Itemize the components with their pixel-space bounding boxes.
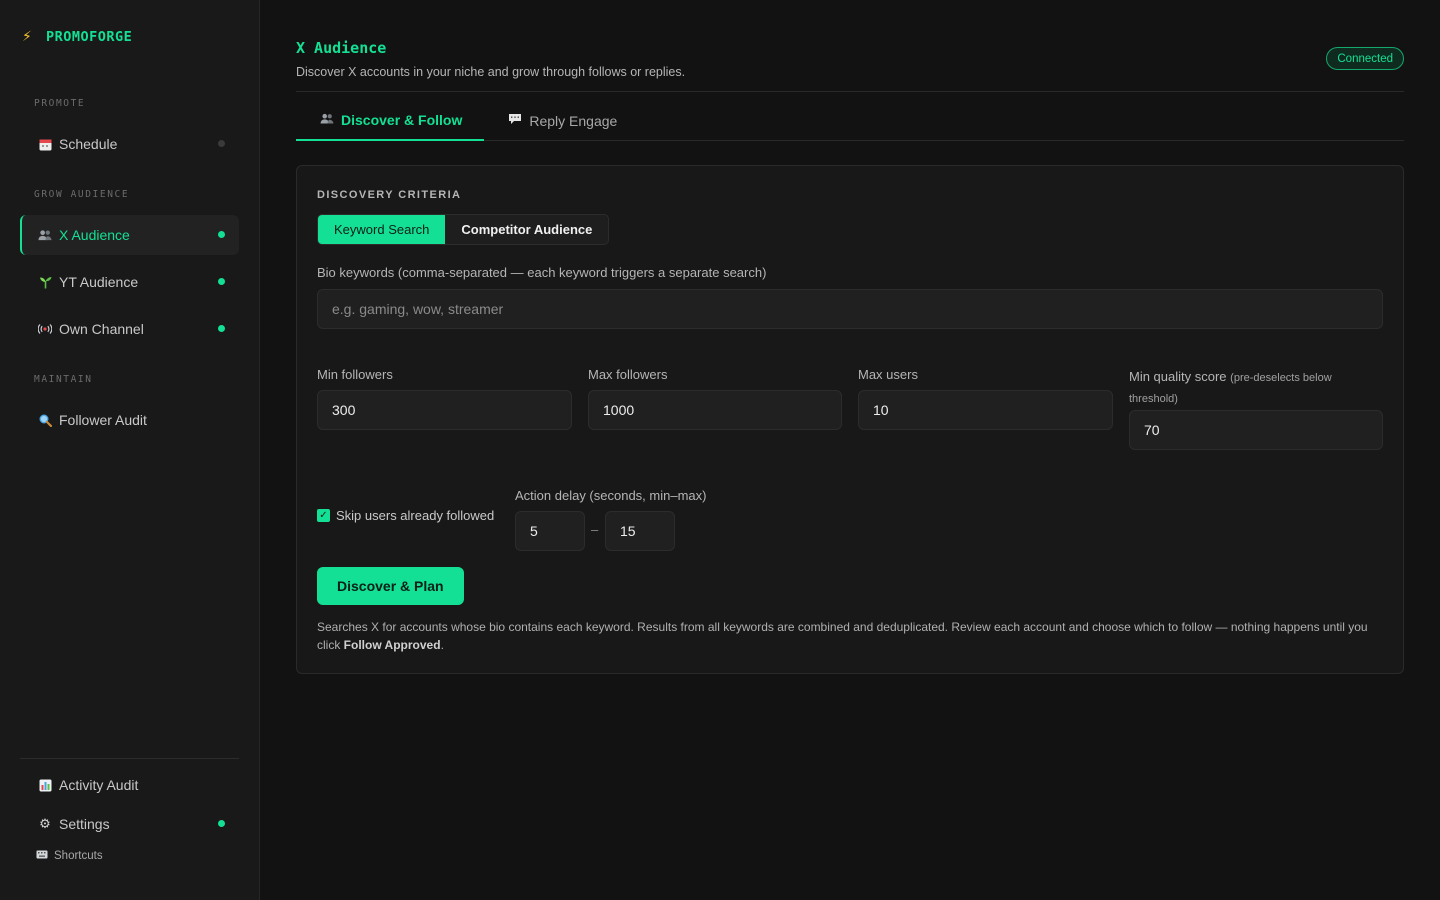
sidebar-item-own-channel[interactable]: Own Channel [20, 309, 239, 349]
broadcast-icon [38, 324, 52, 334]
bar-chart-icon [38, 779, 52, 792]
header-divider [296, 91, 1404, 92]
sidebar-item-label: Follower Audit [59, 412, 147, 428]
sidebar-item-label: Activity Audit [59, 777, 139, 793]
max-users-label: Max users [858, 367, 918, 382]
bio-keywords-label: Bio keywords (comma-separated — each key… [317, 265, 767, 280]
status-dot [218, 820, 225, 827]
card-label: DISCOVERY CRITERIA [317, 189, 462, 201]
sidebar-item-activity-audit[interactable]: Activity Audit [20, 765, 239, 805]
help-text: Searches X for accounts whose bio contai… [317, 618, 1377, 654]
sidebar-item-follower-audit[interactable]: Follower Audit [20, 400, 239, 440]
sidebar-item-label: X Audience [59, 227, 130, 243]
lightning-icon: ⚡ [22, 28, 32, 44]
shortcuts-link[interactable]: Shortcuts [36, 850, 103, 862]
status-dot [218, 140, 225, 147]
magnifier-icon [38, 414, 52, 427]
status-badge: Connected [1326, 47, 1404, 70]
section-label-grow: GROW AUDIENCE [34, 189, 130, 200]
status-dot [218, 231, 225, 238]
sidebar-divider [20, 758, 239, 759]
gear-icon: ⚙ [39, 816, 51, 831]
sidebar-item-schedule[interactable]: Schedule [20, 124, 239, 164]
sidebar-item-yt-audience[interactable]: YT Audience [20, 262, 239, 302]
page-title: X Audience [296, 39, 387, 57]
min-followers-input[interactable] [317, 390, 572, 430]
checkmark-icon: ✓ [317, 509, 330, 522]
keyboard-icon [36, 850, 48, 862]
brand[interactable]: ⚡ PROMOFORGE [22, 28, 132, 45]
search-mode-toggle: Keyword Search Competitor Audience [317, 214, 610, 245]
action-delay-min-input[interactable] [515, 511, 585, 551]
min-quality-label-text: Min quality score [1129, 369, 1227, 384]
tab-discover-follow[interactable]: Discover & Follow [296, 100, 485, 141]
status-dot [218, 278, 225, 285]
sidebar-item-label: Own Channel [59, 321, 144, 337]
sidebar-item-settings[interactable]: ⚙ Settings [20, 804, 239, 844]
max-followers-input[interactable] [588, 390, 842, 430]
speech-bubble-icon [508, 113, 522, 128]
sidebar-item-label: Schedule [59, 136, 118, 152]
seedling-icon [38, 275, 52, 289]
sidebar-item-x-audience[interactable]: X Audience [20, 215, 239, 255]
min-quality-input[interactable] [1129, 410, 1383, 450]
tab-bar: Discover & Follow Reply Engage [296, 100, 1404, 141]
max-users-input[interactable] [858, 390, 1113, 430]
page-subtitle: Discover X accounts in your niche and gr… [296, 65, 686, 79]
max-followers-label: Max followers [588, 367, 668, 382]
competitor-audience-button[interactable]: Competitor Audience [445, 215, 608, 244]
action-delay-max-input[interactable] [605, 511, 675, 551]
skip-followed-label: Skip users already followed [336, 508, 495, 523]
skip-followed-checkbox[interactable]: ✓ Skip users already followed [317, 508, 494, 523]
sidebar: ⚡ PROMOFORGE PROMOTE Schedule GROW AUDIE… [0, 0, 260, 900]
min-followers-label: Min followers [317, 367, 393, 382]
bio-keywords-input[interactable] [317, 289, 1383, 329]
tab-reply-engage[interactable]: Reply Engage [484, 100, 639, 141]
status-dot [218, 325, 225, 332]
shortcuts-label: Shortcuts [54, 850, 103, 862]
tab-label: Reply Engage [529, 112, 618, 129]
calendar-icon [38, 138, 52, 151]
sidebar-item-label: Settings [59, 816, 110, 832]
help-text-end: . [440, 638, 444, 652]
section-label-promote: PROMOTE [34, 98, 86, 109]
min-quality-label: Min quality score (pre-deselects below t… [1129, 367, 1383, 409]
help-text-bold: Follow Approved [343, 638, 441, 652]
discover-plan-button[interactable]: Discover & Plan [317, 567, 464, 605]
help-text-body: Searches X for accounts whose bio contai… [317, 620, 1368, 652]
sidebar-item-label: YT Audience [59, 274, 139, 290]
discovery-criteria-card: DISCOVERY CRITERIA Keyword Search Compet… [296, 165, 1404, 674]
brand-name: PROMOFORGE [46, 28, 133, 45]
keyword-search-button[interactable]: Keyword Search [318, 215, 446, 244]
range-separator: – [591, 522, 599, 537]
tab-label: Discover & Follow [341, 111, 463, 128]
action-delay-label: Action delay (seconds, min–max) [515, 488, 707, 503]
section-label-maintain: MAINTAIN [34, 374, 93, 385]
people-icon [38, 229, 52, 241]
people-icon [320, 113, 334, 127]
